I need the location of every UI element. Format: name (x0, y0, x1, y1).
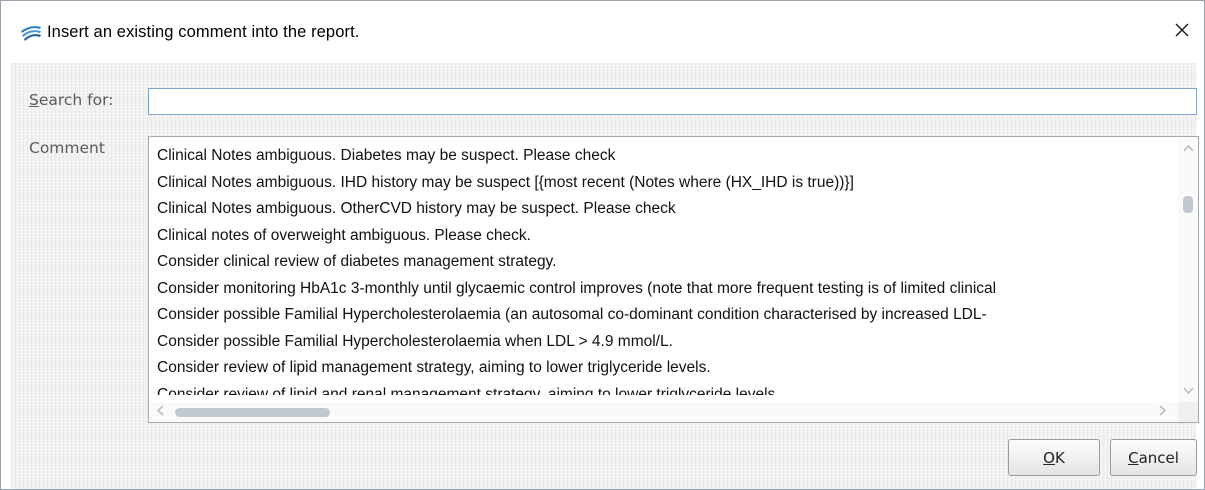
horizontal-scroll-thumb[interactable] (175, 408, 330, 417)
scroll-right-button[interactable] (1153, 402, 1171, 422)
comment-label: Comment (29, 139, 105, 157)
comment-list-item[interactable]: Consider clinical review of diabetes man… (157, 249, 1169, 276)
close-button[interactable] (1160, 1, 1204, 63)
search-label: Search for: (29, 91, 114, 109)
comment-list-item[interactable]: Clinical Notes ambiguous. OtherCVD histo… (157, 196, 1169, 223)
dialog-window: Insert an existing comment into the repo… (0, 0, 1205, 490)
ok-button[interactable]: OK (1008, 439, 1100, 476)
search-input[interactable] (148, 88, 1197, 115)
close-icon (1175, 23, 1189, 42)
comment-list-item[interactable]: Consider review of lipid management stra… (157, 355, 1169, 382)
comment-list-item[interactable]: Clinical Notes ambiguous. Diabetes may b… (157, 143, 1169, 170)
comment-list[interactable]: Clinical Notes ambiguous. Diabetes may b… (148, 136, 1199, 423)
cancel-button[interactable]: Cancel (1110, 439, 1197, 476)
chevron-down-icon (1183, 381, 1194, 399)
chevron-right-icon (1159, 403, 1166, 421)
scroll-down-button[interactable] (1178, 381, 1198, 399)
scroll-up-button[interactable] (1178, 139, 1198, 157)
comment-list-item[interactable]: Consider review of lipid and renal manag… (157, 382, 1169, 396)
comment-list-item[interactable]: Clinical notes of overweight ambiguous. … (157, 223, 1169, 250)
comment-list-item[interactable]: Consider monitoring HbA1c 3-monthly unti… (157, 276, 1169, 303)
dialog-body: Search for: Comment Clinical Notes ambig… (11, 63, 1199, 489)
horizontal-scrollbar[interactable] (149, 402, 1178, 422)
comment-list-items: Clinical Notes ambiguous. Diabetes may b… (157, 143, 1169, 395)
chevron-left-icon (156, 403, 164, 421)
comment-list-item[interactable]: Consider possible Familial Hypercholeste… (157, 302, 1169, 329)
vertical-scroll-thumb[interactable] (1183, 196, 1193, 213)
vertical-scrollbar[interactable] (1178, 137, 1198, 402)
app-logo-icon (19, 21, 43, 45)
scrollbar-corner (1178, 402, 1198, 422)
window-title: Insert an existing comment into the repo… (47, 23, 360, 41)
comment-list-item[interactable]: Consider possible Familial Hypercholeste… (157, 329, 1169, 356)
scroll-left-button[interactable] (151, 402, 169, 422)
title-bar[interactable]: Insert an existing comment into the repo… (1, 1, 1204, 63)
chevron-up-icon (1183, 139, 1194, 157)
comment-list-item[interactable]: Clinical Notes ambiguous. IHD history ma… (157, 170, 1169, 197)
